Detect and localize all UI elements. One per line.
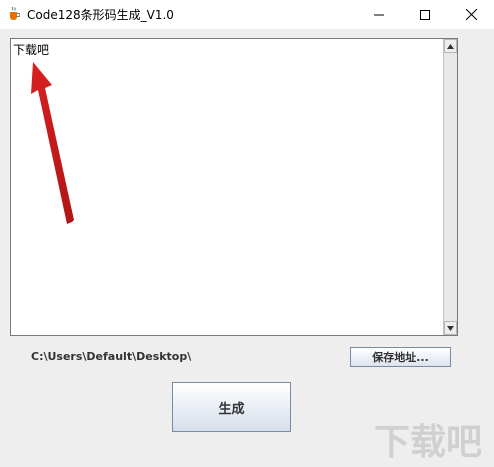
arrow-up-icon [447, 43, 454, 49]
scroll-up-button[interactable] [444, 39, 457, 53]
watermark-logo: 下载吧 [374, 422, 482, 463]
close-button[interactable] [448, 0, 494, 29]
scroll-down-button[interactable] [444, 321, 457, 335]
close-icon [465, 9, 477, 20]
arrow-down-icon [447, 325, 454, 331]
minimize-icon [374, 14, 384, 15]
vertical-scrollbar[interactable] [443, 39, 457, 335]
title-bar[interactable]: Code128条形码生成_V1.0 [0, 0, 494, 29]
save-path-label: C:\Users\Default\Desktop\ [31, 350, 192, 363]
text-input[interactable]: 下载吧 [12, 40, 444, 336]
text-area[interactable]: 下载吧 [10, 38, 458, 336]
app-window: Code128条形码生成_V1.0 下载吧 C:\Users\Default\D… [0, 0, 494, 467]
maximize-icon [420, 9, 430, 20]
save-path-button[interactable]: 保存地址... [350, 347, 451, 367]
maximize-button[interactable] [402, 0, 448, 29]
minimize-button[interactable] [356, 0, 402, 29]
java-cup-icon [10, 6, 20, 20]
generate-button[interactable]: 生成 [172, 382, 291, 432]
window-title: Code128条形码生成_V1.0 [27, 8, 174, 22]
svg-text:下载吧: 下载吧 [374, 422, 482, 463]
